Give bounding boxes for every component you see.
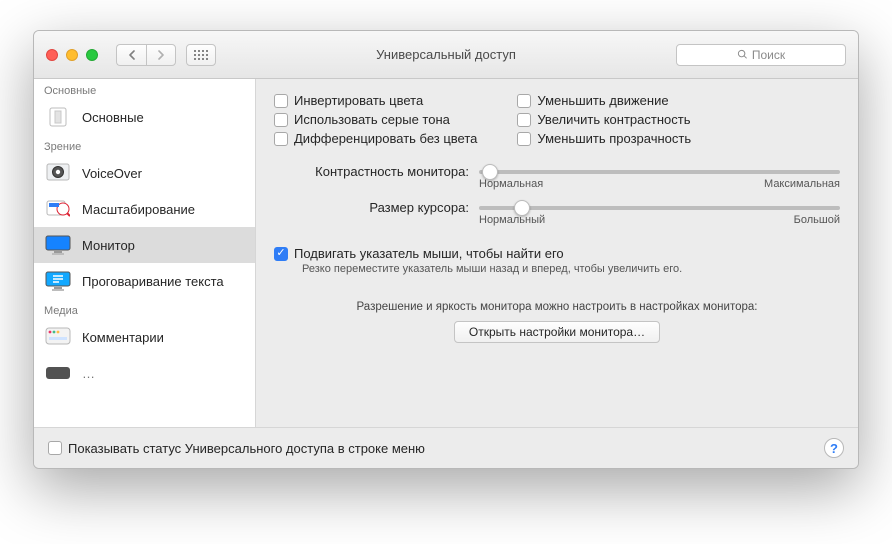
contrast-slider[interactable] (479, 170, 840, 174)
checkbox-icon (48, 441, 62, 455)
checkbox-label: Дифференцировать без цвета (294, 131, 477, 146)
checkbox-reduce-motion[interactable]: Уменьшить движение (517, 93, 691, 108)
sidebar-group-label: Зрение (34, 135, 255, 155)
sidebar-group-label: Основные (34, 79, 255, 99)
sidebar-group-label: Медиа (34, 299, 255, 319)
slider-thumb[interactable] (514, 200, 530, 216)
checkbox-differentiate-without-color[interactable]: Дифференцировать без цвета (274, 131, 477, 146)
sidebar-item-voiceover[interactable]: VoiceOver (34, 155, 255, 191)
sidebar[interactable]: Основные Основные Зрение VoiceOver Масшт… (34, 79, 256, 427)
show-all-button[interactable] (186, 44, 216, 66)
checkbox-icon (517, 113, 531, 127)
help-button[interactable]: ? (824, 438, 844, 458)
checkbox-icon (274, 247, 288, 261)
unknown-icon (44, 361, 72, 385)
general-icon (44, 105, 72, 129)
zoom-button[interactable] (86, 49, 98, 61)
nav-back-forward (116, 44, 176, 66)
checkbox-icon (517, 94, 531, 108)
sidebar-item-label: Основные (82, 110, 144, 125)
sidebar-item-general[interactable]: Основные (34, 99, 255, 135)
search-placeholder: Поиск (752, 48, 785, 62)
titlebar: Универсальный доступ Поиск (34, 31, 858, 79)
checkbox-show-status-in-menubar[interactable]: Показывать статус Универсального доступа… (48, 441, 425, 456)
cursor-slider-label: Размер курсора: (274, 200, 469, 215)
display-icon (44, 233, 72, 257)
slider-min-label: Нормальный (479, 214, 545, 226)
checkbox-icon (274, 132, 288, 146)
sidebar-item-display[interactable]: Монитор (34, 227, 255, 263)
minimize-button[interactable] (66, 49, 78, 61)
sidebar-item-speech[interactable]: Проговаривание текста (34, 263, 255, 299)
slider-max-label: Большой (794, 214, 840, 226)
sidebar-item-truncated[interactable]: … (34, 355, 255, 391)
checkbox-label: Подвигать указатель мыши, чтобы найти ег… (294, 246, 564, 261)
search-icon (737, 49, 748, 60)
checkbox-label: Уменьшить прозрачность (537, 131, 691, 146)
speech-icon (44, 269, 72, 293)
preferences-window: Универсальный доступ Поиск Основные Осно… (33, 30, 859, 469)
footer: Показывать статус Универсального доступа… (34, 427, 858, 468)
sidebar-item-descriptions[interactable]: Комментарии (34, 319, 255, 355)
checkbox-shake-to-locate[interactable]: Подвигать указатель мыши, чтобы найти ег… (274, 246, 840, 261)
slider-max-label: Максимальная (764, 178, 840, 190)
chevron-right-icon (157, 50, 165, 60)
checkbox-icon (274, 94, 288, 108)
descriptions-icon (44, 325, 72, 349)
checkbox-reduce-transparency[interactable]: Уменьшить прозрачность (517, 131, 691, 146)
sidebar-item-label: Масштабирование (82, 202, 195, 217)
close-button[interactable] (46, 49, 58, 61)
contrast-slider-label: Контрастность монитора: (274, 164, 469, 179)
zoom-icon (44, 197, 72, 221)
checkbox-label: Уменьшить движение (537, 93, 668, 108)
checkbox-icon (274, 113, 288, 127)
forward-button[interactable] (146, 44, 176, 66)
open-display-settings-button[interactable]: Открыть настройки монитора… (454, 321, 660, 343)
sidebar-item-label: Комментарии (82, 330, 164, 345)
checkbox-label: Показывать статус Универсального доступа… (68, 441, 425, 456)
checkbox-increase-contrast[interactable]: Увеличить контрастность (517, 112, 691, 127)
sidebar-item-label: Проговаривание текста (82, 274, 224, 289)
voiceover-icon (44, 161, 72, 185)
checkbox-label: Инвертировать цвета (294, 93, 423, 108)
grid-icon (194, 50, 208, 60)
sidebar-item-label: VoiceOver (82, 166, 142, 181)
sidebar-item-label: … (82, 366, 95, 381)
checkbox-icon (517, 132, 531, 146)
main-pane: Инвертировать цвета Использовать серые т… (256, 79, 858, 427)
checkbox-grayscale[interactable]: Использовать серые тона (274, 112, 477, 127)
sidebar-item-zoom[interactable]: Масштабирование (34, 191, 255, 227)
checkbox-invert-colors[interactable]: Инвертировать цвета (274, 93, 477, 108)
cursor-slider[interactable] (479, 206, 840, 210)
shake-hint: Резко переместите указатель мыши назад и… (302, 263, 840, 275)
traffic-lights (34, 49, 98, 61)
display-settings-note: Разрешение и яркость монитора можно наст… (274, 301, 840, 313)
slider-thumb[interactable] (482, 164, 498, 180)
search-field[interactable]: Поиск (676, 44, 846, 66)
back-button[interactable] (116, 44, 146, 66)
checkbox-label: Использовать серые тона (294, 112, 450, 127)
checkbox-label: Увеличить контрастность (537, 112, 690, 127)
sidebar-item-label: Монитор (82, 238, 135, 253)
chevron-left-icon (128, 50, 136, 60)
